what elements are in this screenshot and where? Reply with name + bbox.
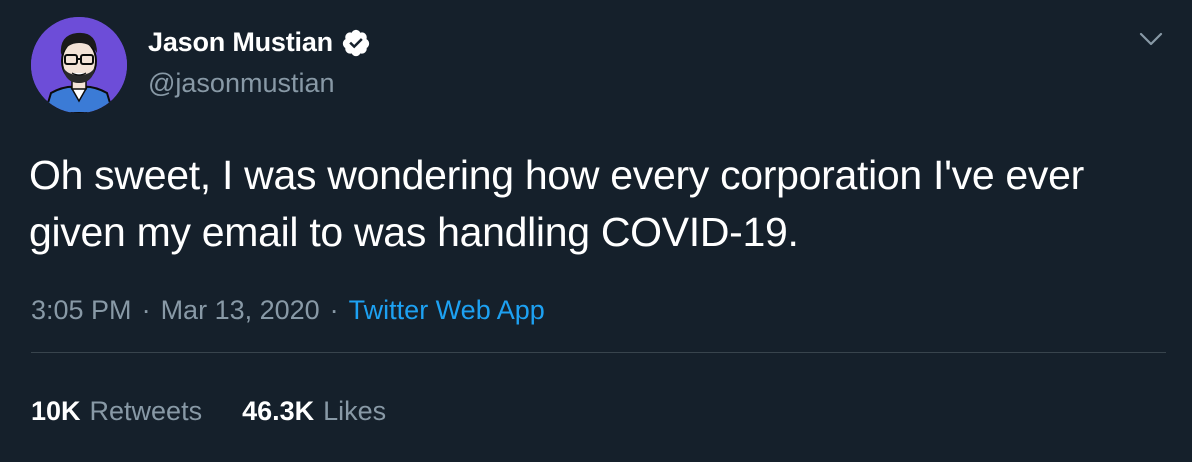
retweets-count: 10K xyxy=(31,396,81,426)
separator-dot: · xyxy=(141,295,151,325)
retweets-stat[interactable]: 10K Retweets xyxy=(31,396,202,427)
tweet-source-link[interactable]: Twitter Web App xyxy=(349,295,545,326)
verified-badge-icon xyxy=(342,29,370,56)
chevron-down-icon[interactable] xyxy=(1136,26,1166,52)
user-handle[interactable]: @jasonmustian xyxy=(148,68,335,99)
likes-label: Likes xyxy=(323,396,387,426)
avatar-illustration-icon xyxy=(31,17,127,113)
author-name-row: Jason Mustian xyxy=(148,27,371,58)
likes-stat[interactable]: 46.3K Likes xyxy=(242,396,386,427)
separator-dot: · xyxy=(329,295,339,325)
engagement-stats: 10K Retweets 46.3K Likes xyxy=(31,396,386,427)
avatar[interactable] xyxy=(31,17,127,113)
likes-count: 46.3K xyxy=(242,396,315,426)
tweet-time[interactable]: 3:05 PM xyxy=(31,295,132,326)
tweet-date[interactable]: Mar 13, 2020 xyxy=(161,295,320,326)
divider xyxy=(31,352,1166,353)
tweet-text: Oh sweet, I was wondering how every corp… xyxy=(29,152,1084,255)
display-name[interactable]: Jason Mustian xyxy=(148,27,333,58)
retweets-label: Retweets xyxy=(89,396,203,426)
tweet-metadata: 3:05 PM · Mar 13, 2020 · Twitter Web App xyxy=(31,295,545,326)
